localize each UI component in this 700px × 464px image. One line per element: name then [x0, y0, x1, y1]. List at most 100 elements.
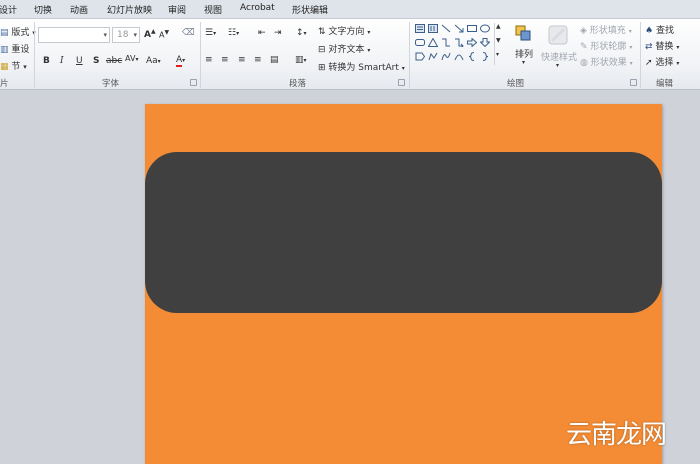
menu-bar: 设计 切换 动画 幻灯片放映 审阅 视图 Acrobat 形状编辑 [0, 0, 700, 19]
freeform-shape-icon[interactable] [427, 51, 439, 62]
group-divider [640, 22, 641, 88]
rounded-rectangle-shape[interactable] [145, 152, 662, 313]
char-spacing-button[interactable]: AV▾ [125, 54, 138, 63]
replace-icon: ⇄ [645, 42, 653, 52]
elbow-connector-shape-icon[interactable] [440, 37, 452, 48]
decrease-indent-button[interactable]: ⇤ [258, 28, 266, 38]
smartart-icon: ⊞ [318, 63, 326, 73]
gallery-scroll[interactable]: ▲ ▼ ▾ [494, 23, 502, 65]
quick-styles-icon [548, 25, 568, 48]
right-brace-shape-icon[interactable] [479, 51, 491, 62]
reset-button[interactable]: ▥ 重设 [0, 42, 29, 55]
font-color-button[interactable]: A▾ [176, 55, 185, 67]
editing-group-label: 编辑 [656, 79, 674, 89]
rectangle-shape-icon[interactable] [466, 23, 478, 34]
italic-button[interactable]: I [60, 56, 64, 66]
shapes-gallery[interactable]: ▲ ▼ ▾ [412, 23, 502, 71]
tab-view[interactable]: 视图 [204, 3, 222, 16]
textbox-shape-icon[interactable] [414, 23, 426, 34]
curve-shape-icon[interactable] [440, 51, 452, 62]
triangle-shape-icon[interactable] [427, 37, 439, 48]
distributed-button[interactable]: ▤ [270, 55, 279, 65]
chevron-down-icon: ▾ [103, 31, 107, 39]
tab-animations[interactable]: 动画 [70, 3, 88, 16]
smartart-button[interactable]: ⊞ 转换为 SmartArt ▾ [318, 60, 405, 73]
align-right-button[interactable]: ≡ [238, 55, 246, 65]
arc-shape-icon[interactable] [453, 51, 465, 62]
pencil-icon: ✎ [580, 42, 588, 52]
paint-bucket-icon: ◈ [580, 26, 587, 36]
group-divider [200, 22, 201, 88]
slides-group-label: 片 [0, 79, 9, 89]
clear-format-icon[interactable]: ⌫ [182, 28, 195, 38]
align-left-button[interactable]: ≡ [205, 55, 213, 65]
scroll-up-icon[interactable]: ▲ [496, 23, 501, 30]
shape-effects-button[interactable]: ◍ 形状效果 ▾ [580, 55, 633, 68]
font-name-combo[interactable]: ▾ [38, 27, 110, 43]
strikethrough-button[interactable]: abc [106, 56, 122, 66]
underline-button[interactable]: U [76, 56, 83, 66]
layout-button[interactable]: ▤ 版式 ▾ [0, 25, 36, 38]
pentagon-shape-icon[interactable] [414, 51, 426, 62]
arrow-line-shape-icon[interactable] [453, 23, 465, 34]
elbow-arrow-shape-icon[interactable] [453, 37, 465, 48]
quick-styles-button[interactable]: 快速样式 ▾ [540, 23, 578, 71]
cursor-icon: ➚ [645, 58, 653, 68]
shrink-font-button[interactable]: A▼ [159, 29, 169, 40]
paragraph-group-label: 段落 [289, 79, 307, 89]
tab-transitions[interactable]: 切换 [34, 3, 52, 16]
columns-button[interactable]: ▥▾ [295, 55, 307, 65]
group-divider [409, 22, 410, 88]
binoculars-icon: ♠ [645, 26, 654, 36]
select-button[interactable]: ➚ 选择 ▾ [645, 55, 679, 68]
arrange-button[interactable]: 排列 ▾ [513, 23, 535, 71]
grow-font-button[interactable]: A▲ [144, 28, 156, 40]
arrange-icon [515, 25, 533, 46]
text-direction-button[interactable]: ⇅ 文字方向 ▾ [318, 24, 370, 37]
reset-icon: ▥ [0, 45, 9, 55]
numbering-button[interactable]: ☷▾ [228, 28, 239, 38]
section-button[interactable]: ▦ 节 ▾ [0, 59, 27, 72]
watermark-text: 云南龙网 [566, 420, 667, 450]
tab-slideshow[interactable]: 幻灯片放映 [107, 3, 152, 16]
shape-fill-button[interactable]: ◈ 形状填充 ▾ [580, 23, 632, 36]
tab-shape-edit[interactable]: 形状编辑 [292, 3, 328, 16]
effects-icon: ◍ [580, 58, 588, 68]
font-size-combo[interactable]: 18 ▾ [112, 27, 140, 43]
vertical-textbox-shape-icon[interactable] [427, 23, 439, 34]
group-divider [34, 22, 35, 88]
bold-button[interactable]: B [43, 56, 50, 66]
bullets-button[interactable]: ☰▾ [205, 28, 216, 38]
text-shadow-button[interactable]: S [93, 56, 99, 66]
right-arrow-shape-icon[interactable] [466, 37, 478, 48]
shape-outline-button[interactable]: ✎ 形状轮廓 ▾ [580, 39, 632, 52]
justify-button[interactable]: ≡ [254, 55, 262, 65]
tab-review[interactable]: 审阅 [168, 3, 186, 16]
gallery-more-icon[interactable]: ▾ [496, 51, 499, 58]
section-icon: ▦ [0, 62, 9, 72]
oval-shape-icon[interactable] [479, 23, 491, 34]
align-center-button[interactable]: ≡ [221, 55, 229, 65]
tab-acrobat[interactable]: Acrobat [240, 3, 275, 13]
increase-indent-button[interactable]: ⇥ [274, 28, 282, 38]
align-text-icon: ⊟ [318, 45, 326, 55]
ribbon: ▤ 版式 ▾ ▥ 重设 ▦ 节 ▾ 片 ▾ 18 ▾ A▲ A▼ ⌫ B I U… [0, 19, 700, 90]
font-dialog-launcher-icon[interactable] [190, 79, 197, 86]
drawing-group-label: 绘图 [507, 79, 525, 89]
tab-design[interactable]: 设计 [0, 3, 17, 16]
line-spacing-button[interactable]: ↕▾ [296, 28, 307, 38]
align-text-button[interactable]: ⊟ 对齐文本 ▾ [318, 42, 370, 55]
scroll-down-icon[interactable]: ▼ [496, 37, 501, 44]
rounded-rect-shape-icon[interactable] [414, 37, 426, 48]
find-button[interactable]: ♠ 查找 [645, 23, 674, 36]
down-arrow-shape-icon[interactable] [479, 37, 491, 48]
layout-icon: ▤ [0, 28, 9, 38]
left-brace-shape-icon[interactable] [466, 51, 478, 62]
replace-button[interactable]: ⇄ 替换 ▾ [645, 39, 679, 52]
paragraph-dialog-launcher-icon[interactable] [398, 79, 405, 86]
change-case-button[interactable]: Aa▾ [146, 56, 161, 66]
font-group-label: 字体 [102, 79, 120, 89]
chevron-down-icon: ▾ [133, 31, 137, 39]
line-shape-icon[interactable] [440, 23, 452, 34]
drawing-dialog-launcher-icon[interactable] [630, 79, 637, 86]
